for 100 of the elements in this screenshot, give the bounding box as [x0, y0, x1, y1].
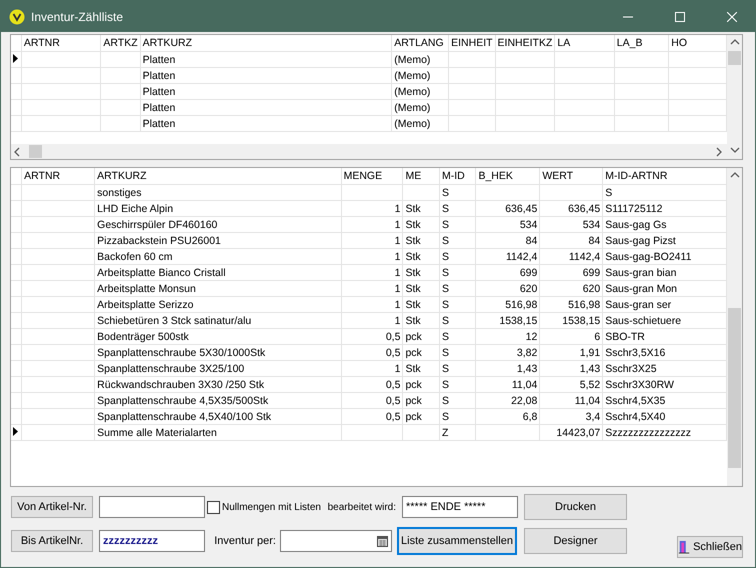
column-header[interactable]: LA — [554, 35, 614, 52]
column-header[interactable]: EINHEITKZ — [495, 35, 555, 52]
calendar-icon[interactable] — [377, 536, 388, 546]
empty-cell — [341, 184, 403, 200]
empty-cell — [554, 68, 614, 84]
table-cell: S — [439, 248, 476, 264]
column-header[interactable]: ARTNR — [21, 35, 101, 52]
column-header[interactable]: LA_B — [614, 35, 669, 52]
empty-cell — [614, 84, 669, 100]
table-cell: Spanplattenschraube 4,5X40/100 Stk — [94, 408, 342, 424]
table-cell: Stk — [402, 360, 440, 376]
maximize-icon[interactable] — [675, 12, 685, 22]
zero-quantities-checkbox[interactable]: Nullmengen mit Listen — [207, 500, 321, 514]
table-cell: Pizzabackstein PSU26001 — [94, 232, 342, 248]
exit-door-icon — [678, 539, 690, 555]
table-cell: Saus-gran ser — [602, 296, 726, 312]
column-header[interactable]: ARTNR — [22, 168, 95, 184]
table-cell: Schiebetüren 3 Stck satinatur/alu — [94, 312, 342, 328]
table-cell: 699 — [540, 264, 603, 280]
table-cell: S — [439, 376, 476, 392]
table-cell: 1 — [341, 232, 403, 248]
table-cell: Arbeitsplatte Bianco Cristall — [94, 264, 342, 280]
table-cell: S — [439, 280, 476, 296]
table-cell: Szzzzzzzzzzzzzzz — [602, 424, 726, 440]
table-cell: Saus-gag Pizst — [602, 232, 726, 248]
from-article-button[interactable]: Von Artikel-Nr. — [11, 496, 93, 518]
table-cell: 1 — [341, 360, 403, 376]
table-cell: Summe alle Materialarten — [94, 424, 342, 440]
column-header[interactable]: EINHEIT — [448, 35, 496, 52]
scrollbar-thumb[interactable] — [728, 308, 741, 468]
table-cell: 0,5 — [341, 376, 403, 392]
empty-cell — [476, 184, 540, 200]
table-cell: Stk — [402, 200, 440, 216]
designer-button[interactable]: Designer — [524, 528, 627, 554]
table-cell: 6 — [540, 328, 603, 344]
close-form-button[interactable]: Schließen — [677, 536, 743, 558]
table-cell: 11,04 — [476, 376, 540, 392]
table-cell: 1,91 — [540, 344, 603, 360]
close-icon[interactable] — [727, 12, 737, 22]
table-cell: 1 — [341, 248, 403, 264]
table-cell: (Memo) — [392, 116, 449, 132]
column-header[interactable]: M-ID-ARTNR — [602, 168, 726, 184]
table-cell: S — [439, 200, 476, 216]
table-cell: Sschr3X30RW — [602, 376, 726, 392]
table-cell: (Memo) — [392, 100, 449, 116]
column-header[interactable]: ARTKURZ — [94, 168, 342, 184]
table-cell: S — [439, 312, 476, 328]
vertical-scrollbar[interactable] — [727, 35, 742, 159]
column-header[interactable]: ARTLANG — [392, 35, 449, 52]
date-field[interactable] — [280, 530, 392, 552]
table-cell: 534 — [476, 216, 540, 232]
table-cell: 1 — [341, 264, 403, 280]
processing-label: bearbeitet wird: — [328, 502, 396, 512]
table-cell: Spanplattenschraube 4,5X35/500Stk — [94, 392, 342, 408]
table-cell: S — [439, 392, 476, 408]
column-header[interactable]: MENGE — [341, 168, 403, 184]
scrollbar-thumb[interactable] — [29, 145, 42, 158]
table-cell: Stk — [402, 248, 440, 264]
table-cell: Arbeitsplatte Monsun — [94, 280, 342, 296]
table-cell: Spanplattenschraube 3X25/100 — [94, 360, 342, 376]
compile-list-button[interactable]: Liste zusammenstellen — [398, 528, 516, 554]
horizontal-scrollbar[interactable] — [11, 144, 727, 159]
empty-cell — [448, 52, 496, 68]
table-cell: Platten — [140, 52, 392, 68]
column-header[interactable]: ARTKZ — [100, 35, 140, 52]
scrollbar-thumb[interactable] — [728, 51, 741, 65]
vertical-scrollbar[interactable] — [727, 168, 742, 486]
table-cell: (Memo) — [392, 52, 449, 68]
table-cell: Rückwandschrauben 3X30 /250 Stk — [94, 376, 342, 392]
table-cell: (Memo) — [392, 68, 449, 84]
from-article-field[interactable] — [99, 496, 205, 518]
column-header[interactable]: B_HEK — [476, 168, 540, 184]
column-header[interactable]: M-ID — [439, 168, 476, 184]
print-button[interactable]: Drucken — [524, 494, 627, 520]
table-cell: 3,4 — [540, 408, 603, 424]
empty-cell — [100, 52, 140, 68]
table-cell: 1142,4 — [540, 248, 603, 264]
table-cell: 1 — [341, 280, 403, 296]
table-cell: S — [439, 344, 476, 360]
empty-cell — [495, 100, 555, 116]
table-cell: S — [439, 360, 476, 376]
table-cell: 84 — [476, 232, 540, 248]
empty-cell — [402, 184, 440, 200]
table-cell: 1 — [341, 200, 403, 216]
table-cell: 3,82 — [476, 344, 540, 360]
column-header[interactable]: ME — [402, 168, 440, 184]
table-cell: 620 — [540, 280, 603, 296]
processing-field[interactable]: ***** ENDE ***** — [402, 496, 518, 518]
table-cell: 5,52 — [540, 376, 603, 392]
to-article-field[interactable]: zzzzzzzzzz — [99, 530, 205, 552]
column-header[interactable]: ARTKURZ — [140, 35, 392, 52]
column-header[interactable]: WERT — [540, 168, 603, 184]
table-cell: sonstiges — [94, 184, 342, 200]
table-cell: 636,45 — [476, 200, 540, 216]
empty-cell — [554, 84, 614, 100]
to-article-button[interactable]: Bis ArtikelNr. — [11, 530, 93, 552]
empty-cell — [448, 116, 496, 132]
empty-cell — [554, 52, 614, 68]
table-cell: Z — [439, 424, 476, 440]
table-cell: S — [439, 216, 476, 232]
